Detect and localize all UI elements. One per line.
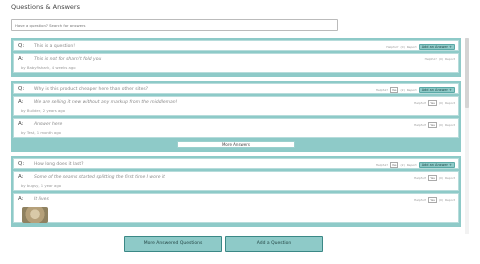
add-answer-button[interactable]: Add an Answer + <box>418 43 455 50</box>
answer-prefix: A: <box>18 56 24 62</box>
answer-text: Answer here <box>34 122 63 127</box>
helpful-yes-button[interactable]: Yes <box>428 175 437 181</box>
scrollbar-thumb[interactable] <box>465 38 469 108</box>
question-block: Q: Why is this product cheaper here than… <box>11 81 461 152</box>
answer-meta: Helpful? (0) Report <box>425 57 455 61</box>
more-questions-button[interactable]: More Answered Questions <box>124 236 222 252</box>
helpful-yes-button[interactable]: Yes <box>389 161 399 168</box>
question-row: Q: This is a question! Helpful? (0) Repo… <box>13 40 459 51</box>
answer-byline: by Babyfishark, 4 weeks ago <box>21 64 76 70</box>
answer-byline: by bugsy, 1 year ago <box>21 182 62 188</box>
search-input[interactable] <box>11 19 338 31</box>
report-link[interactable]: Report <box>407 45 417 49</box>
question-text: Why is this product cheaper here than ot… <box>34 86 149 92</box>
answer-byline: by Builder, 2 years ago <box>21 107 66 113</box>
answer-text: It lives <box>34 197 49 202</box>
answer-prefix: A: <box>18 121 24 127</box>
helpful-count: (0) <box>438 101 444 105</box>
answer-row: A: It lives Helpful? Yes (0) Report <box>13 193 459 223</box>
answer-row: A: Some of the seams started splitting t… <box>13 171 459 191</box>
question-text: How long does it last? <box>34 161 84 167</box>
question-row: Q: How long does it last? Helpful? Yes (… <box>13 158 459 169</box>
question-block: Q: This is a question! Helpful? (0) Repo… <box>11 38 461 77</box>
more-answers-button[interactable]: More Answers <box>177 141 295 148</box>
question-meta: Helpful? Yes (2) Report Add an Answer + <box>375 86 455 93</box>
answer-text: This is not for sharn't fold you <box>34 57 102 62</box>
answer-text: We are selling it new without any markup… <box>34 100 178 105</box>
answer-text: Some of the seams started splitting the … <box>34 175 165 180</box>
helpful-label: Helpful? <box>414 198 427 202</box>
add-answer-button[interactable]: Add an Answer + <box>418 86 455 93</box>
helpful-label: Helpful? <box>414 101 427 105</box>
question-list-scrollbar[interactable] <box>465 38 469 234</box>
answer-photo-thumbnail[interactable] <box>22 207 48 223</box>
question-meta: Helpful? Yes (2) Report Add an Answer + <box>375 161 455 168</box>
answer-row: A: This is not for sharn't fold you by B… <box>13 53 459 73</box>
answer-meta: Helpful? Yes (0) Report <box>414 122 455 128</box>
report-link[interactable]: Report <box>445 198 455 202</box>
helpful-yes-button[interactable]: Yes <box>389 86 399 93</box>
helpful-yes-button[interactable]: Yes <box>428 100 437 106</box>
helpful-label: Helpful? <box>414 123 427 127</box>
helpful-label: Helpful? <box>386 44 399 49</box>
question-prefix: Q: <box>18 160 25 167</box>
helpful-count: (0) <box>438 123 444 127</box>
question-row: Q: Why is this product cheaper here than… <box>13 83 459 94</box>
answer-prefix: A: <box>18 196 24 202</box>
page-title: Questions & Answers <box>11 3 80 11</box>
answer-meta: Helpful? Yes (0) Report <box>414 175 455 181</box>
answer-row: A: Answer here by Test, 1 month ago Help… <box>13 118 459 138</box>
answer-meta: Helpful? Yes (0) Report <box>414 100 455 106</box>
helpful-count: (2) <box>400 87 405 92</box>
report-link[interactable]: Report <box>445 101 455 105</box>
helpful-count: (0) <box>438 176 444 180</box>
question-meta: Helpful? (0) Report Add an Answer + <box>386 43 455 50</box>
report-link[interactable]: Report <box>445 176 455 180</box>
report-link[interactable]: Report <box>407 88 417 92</box>
answer-prefix: A: <box>18 99 24 105</box>
answer-byline: by Test, 1 month ago <box>21 129 61 135</box>
question-text: This is a question! <box>34 43 76 49</box>
answer-prefix: A: <box>18 174 24 180</box>
helpful-label: Helpful? <box>375 162 388 167</box>
helpful-count: (2) <box>400 162 405 167</box>
helpful-count: (0) <box>400 44 405 49</box>
answer-meta: Helpful? Yes (0) Report <box>414 197 455 203</box>
question-prefix: Q: <box>18 42 25 49</box>
helpful-count: (0) <box>438 198 444 202</box>
helpful-count: (0) <box>438 57 444 61</box>
helpful-label: Helpful? <box>424 57 437 61</box>
question-list[interactable]: Q: This is a question! Helpful? (0) Repo… <box>11 38 461 234</box>
report-link[interactable]: Report <box>445 57 455 61</box>
report-link[interactable]: Report <box>445 123 455 127</box>
qa-widget: Questions & Answers Q: This is a questio… <box>0 0 480 264</box>
helpful-label: Helpful? <box>414 176 427 180</box>
add-question-button[interactable]: Add a Question <box>225 236 323 252</box>
helpful-yes-button[interactable]: Yes <box>428 197 437 203</box>
question-prefix: Q: <box>18 85 25 92</box>
report-link[interactable]: Report <box>407 163 417 167</box>
add-answer-button[interactable]: Add an Answer + <box>418 161 455 168</box>
question-block: Q: How long does it last? Helpful? Yes (… <box>11 156 461 227</box>
helpful-yes-button[interactable]: Yes <box>428 122 437 128</box>
answer-row: A: We are selling it new without any mar… <box>13 96 459 116</box>
helpful-label: Helpful? <box>375 87 388 92</box>
